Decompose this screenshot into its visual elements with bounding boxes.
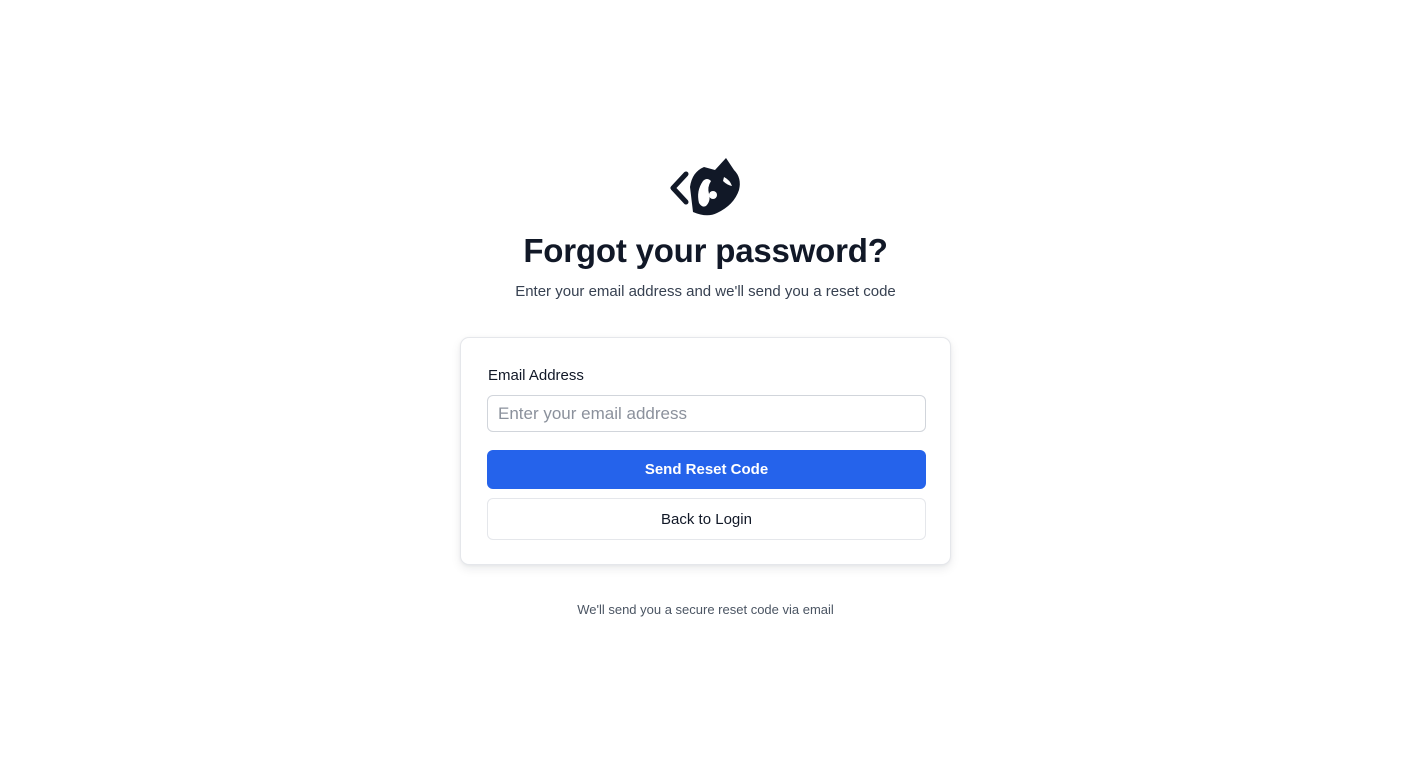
email-input[interactable]: [487, 395, 926, 432]
page-title: Forgot your password?: [523, 232, 888, 269]
raccoon-code-logo-icon: [670, 158, 740, 216]
footer-note: We'll send you a secure reset code via e…: [577, 602, 834, 617]
reset-form-card: Email Address Send Reset Code Back to Lo…: [460, 337, 951, 565]
forgot-password-page: Forgot your password? Enter your email a…: [0, 0, 1411, 773]
send-reset-code-button[interactable]: Send Reset Code: [487, 450, 926, 489]
email-label: Email Address: [488, 367, 584, 384]
back-to-login-button[interactable]: Back to Login: [487, 498, 926, 540]
page-subtitle: Enter your email address and we'll send …: [515, 283, 896, 300]
